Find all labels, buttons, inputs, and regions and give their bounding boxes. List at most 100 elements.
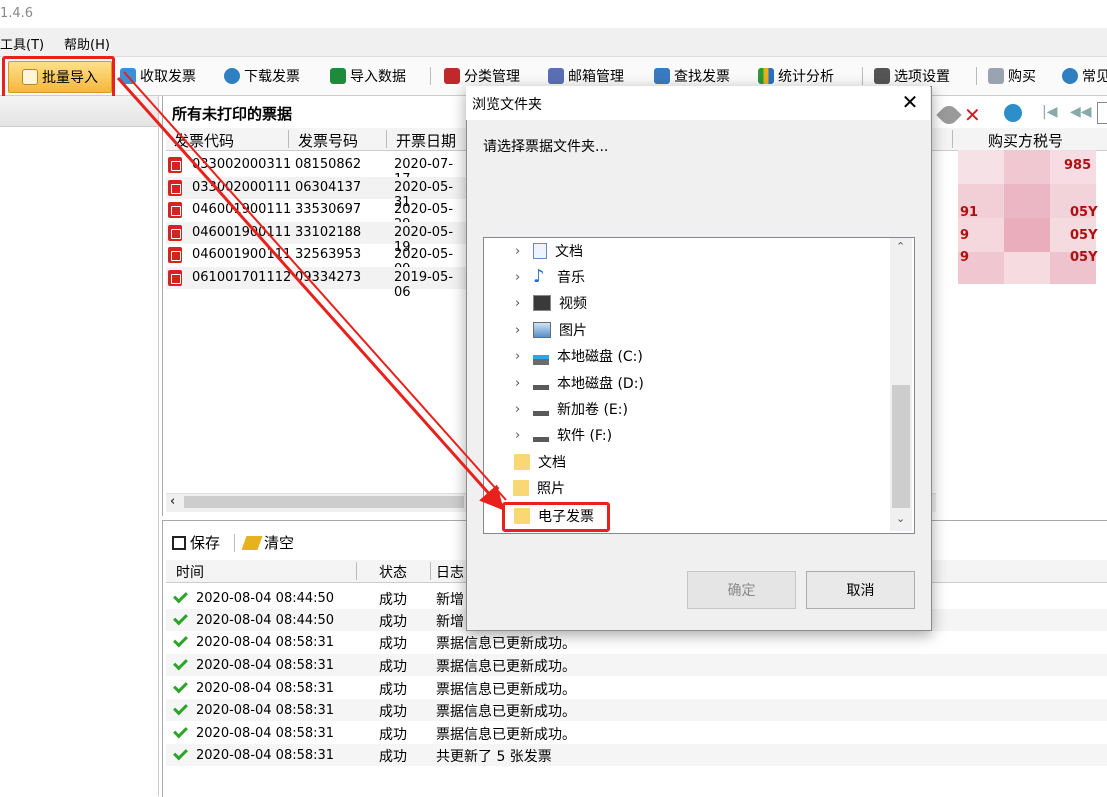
options-button[interactable]: 选项设置	[874, 65, 950, 87]
scrollbar-thumb[interactable]	[184, 496, 464, 508]
expand-chevron-icon[interactable]: ›	[515, 402, 525, 417]
dialog-close-button[interactable]: ✕	[898, 91, 922, 113]
download-invoice-label: 下载发票	[244, 69, 300, 85]
mailbox-icon	[548, 68, 564, 84]
row-code: 061001701112	[192, 270, 292, 285]
column-status[interactable]: 状态	[379, 562, 407, 582]
tree-item-music[interactable]: › ♪ 音乐	[515, 265, 585, 289]
log-row[interactable]: 2020-08-04 08:58:31 成功 票据信息已更新成功。	[166, 654, 1107, 676]
mailbox-manage-button[interactable]: 邮箱管理	[548, 65, 624, 87]
import-data-button[interactable]: 导入数据	[330, 65, 406, 87]
drive-icon	[533, 410, 549, 416]
success-check-icon	[173, 745, 188, 761]
log-time: 2020-08-04 08:58:31	[196, 703, 335, 718]
scrollbar-thumb[interactable]	[892, 385, 910, 508]
app-version: 1.4.6	[0, 6, 34, 21]
column-separator	[952, 130, 953, 148]
column-invoice-code[interactable]: 发票代码	[174, 130, 234, 151]
tree-item-folder-photos[interactable]: › 照片	[495, 476, 565, 500]
column-separator	[386, 130, 387, 148]
log-row[interactable]: 2020-08-04 08:58:31 成功 共更新了 5 张发票	[166, 744, 1107, 766]
category-manage-button[interactable]: 分类管理	[444, 65, 520, 87]
tree-item-videos[interactable]: › 视频	[515, 291, 587, 315]
tree-item-folder-documents[interactable]: 文档	[514, 450, 566, 474]
expand-chevron-icon[interactable]: ›	[515, 323, 525, 338]
scroll-left-icon[interactable]: ‹	[170, 494, 175, 509]
log-row[interactable]: 2020-08-04 08:58:31 成功 票据信息已更新成功。	[166, 699, 1107, 721]
table-row[interactable]: 061001701112 09334273 2019-05-06	[166, 267, 466, 300]
save-button[interactable]: 保存	[172, 532, 220, 553]
ok-button[interactable]: 确定	[687, 571, 796, 609]
tree-item-documents[interactable]: › 文档	[515, 239, 583, 263]
expand-chevron-icon[interactable]: ›	[515, 270, 525, 285]
table-row[interactable]: 046001900111 33530697 2020-05-29	[166, 199, 466, 232]
tree-item-drive-c[interactable]: › 本地磁盘 (C:)	[515, 344, 643, 368]
column-time[interactable]: 时间	[176, 562, 204, 582]
page-input[interactable]	[1097, 102, 1107, 124]
prev-page-icon[interactable]: ◀◀	[1070, 104, 1092, 120]
first-page-icon[interactable]: |◀	[1042, 104, 1057, 120]
scroll-down-icon[interactable]: ⌄	[896, 512, 905, 525]
success-check-icon	[173, 655, 188, 671]
pdf-icon	[168, 180, 182, 196]
row-code: 046001900111	[192, 247, 292, 262]
category-icon	[444, 68, 460, 84]
highlight-box	[502, 502, 610, 532]
log-row[interactable]: 2020-08-04 08:58:31 成功 票据信息已更新成功。	[166, 722, 1107, 744]
clear-button[interactable]: 清空	[241, 532, 294, 553]
tax-fragment: 9	[960, 228, 970, 243]
delete-icon[interactable]: ✕	[964, 103, 981, 127]
expand-chevron-icon[interactable]: ›	[515, 244, 525, 259]
download-invoice-button[interactable]: 下载发票	[224, 65, 300, 87]
tree-item-label: 照片	[537, 481, 565, 497]
expand-chevron-icon[interactable]: ›	[515, 349, 525, 364]
globe-icon	[224, 68, 240, 84]
find-invoice-button[interactable]: 查找发票	[654, 65, 730, 87]
log-time: 2020-08-04 08:58:31	[196, 726, 335, 741]
refresh-icon[interactable]	[1004, 104, 1022, 122]
cancel-button[interactable]: 取消	[806, 571, 915, 609]
tree-item-drive-d[interactable]: › 本地磁盘 (D:)	[515, 371, 644, 395]
document-icon	[533, 243, 547, 259]
statistics-button[interactable]: 统计分析	[758, 65, 834, 87]
left-panel-header	[0, 96, 158, 127]
table-row[interactable]: 033002000111 06304137 2020-05-31	[166, 177, 466, 210]
success-check-icon	[173, 723, 188, 739]
find-invoice-label: 查找发票	[674, 69, 730, 85]
tree-item-pictures[interactable]: › 图片	[515, 318, 587, 342]
log-time: 2020-08-04 08:58:31	[196, 748, 335, 763]
tree-item-drive-e[interactable]: › 新加卷 (E:)	[515, 397, 628, 421]
menu-help[interactable]: 帮助(H)	[64, 34, 110, 53]
faq-button[interactable]: 常见	[1062, 65, 1107, 87]
column-buyer-tax[interactable]: 购买方税号	[988, 130, 1063, 151]
expand-chevron-icon[interactable]: ›	[515, 376, 525, 391]
menu-tools[interactable]: 工具(T)	[0, 34, 44, 53]
table-row[interactable]: 046001900111 32563953 2020-05-09	[166, 244, 466, 277]
expand-chevron-icon[interactable]: ›	[495, 481, 505, 496]
pdf-icon	[168, 202, 182, 218]
log-row[interactable]: 2020-08-04 08:58:31 成功 票据信息已更新成功。	[166, 677, 1107, 699]
log-message: 共更新了 5 张发票	[436, 749, 552, 765]
log-status: 成功	[379, 592, 407, 608]
receive-invoice-button[interactable]: 收取发票	[120, 65, 196, 87]
tree-item-drive-f[interactable]: › 软件 (F:)	[515, 423, 612, 447]
log-row[interactable]: 2020-08-04 08:58:31 成功 票据信息已更新成功。	[166, 631, 1107, 653]
expand-chevron-icon[interactable]: ›	[515, 428, 525, 443]
row-date: 2019-05-06	[394, 270, 454, 300]
pdf-icon	[168, 225, 182, 241]
column-invoice-number[interactable]: 发票号码	[298, 130, 358, 151]
dialog-prompt: 请选择票据文件夹...	[483, 139, 609, 155]
expand-chevron-icon[interactable]: ›	[515, 296, 525, 311]
column-log[interactable]: 日志	[436, 562, 464, 582]
scroll-up-icon[interactable]: ⌃	[896, 240, 905, 253]
music-icon: ♪	[533, 266, 545, 287]
table-row[interactable]: 033002000311 08150862 2020-07-17	[166, 154, 466, 187]
success-check-icon	[173, 610, 188, 626]
column-invoice-date[interactable]: 开票日期	[396, 130, 456, 151]
row-number: 33530697	[295, 202, 362, 217]
success-check-icon	[173, 700, 188, 716]
pdf-icon	[168, 157, 182, 173]
log-status: 成功	[379, 659, 407, 675]
buy-button[interactable]: 购买	[988, 65, 1036, 87]
table-row[interactable]: 046001900111 33102188 2020-05-19	[166, 222, 466, 255]
